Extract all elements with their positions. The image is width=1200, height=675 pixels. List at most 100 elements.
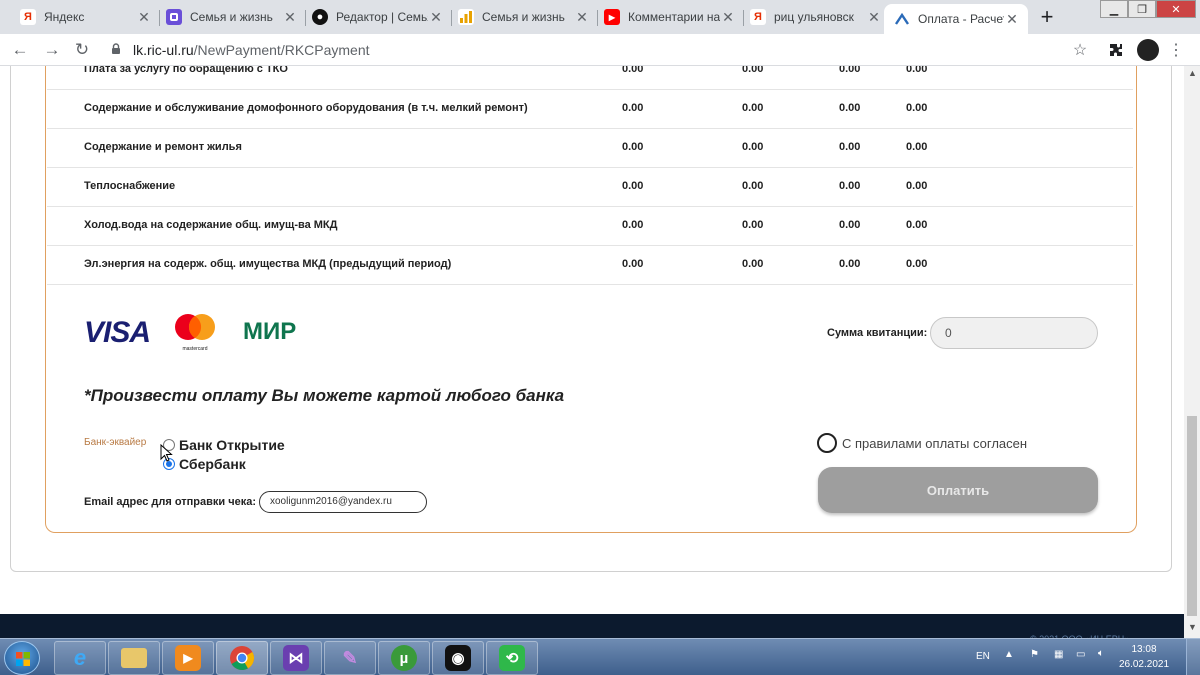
url-path: /NewPayment/RKCPayment [193, 42, 370, 58]
extensions-icon[interactable] [1106, 40, 1126, 60]
tab-yandex[interactable]: Я Яндекс ✕ [10, 2, 160, 32]
tab-family-life-stats[interactable]: Семья и жизнь ✕ [448, 2, 598, 32]
table-row: Холод.вода на содержание общ. имущ-ва МК… [47, 207, 1133, 246]
power-icon[interactable]: ▭ [1076, 649, 1085, 660]
agree-terms-radio[interactable] [817, 433, 837, 453]
window-close-button[interactable]: ✕ [1156, 0, 1196, 18]
show-desktop-button[interactable] [1186, 639, 1200, 675]
minimize-button[interactable]: ▁ [1100, 0, 1128, 18]
service-value: 0.00 [906, 141, 928, 153]
email-input[interactable]: xooligunm2016@yandex.ru [259, 491, 427, 513]
taskbar-utorrent[interactable]: µ [378, 641, 430, 675]
close-icon[interactable]: ✕ [428, 9, 444, 25]
bookmark-star-icon[interactable]: ☆ [1070, 40, 1090, 60]
visa-logo: VISA [84, 316, 151, 349]
bank-otkritie-label[interactable]: Банк Открытие [179, 437, 285, 453]
service-value: 0.00 [622, 219, 644, 231]
site-footer: © 2021 ООО «ИЦ ЕРЦ» [0, 614, 1184, 644]
service-value: 0.00 [622, 141, 644, 153]
service-value: 0.00 [839, 66, 861, 75]
tab-payment-active[interactable]: Оплата - Расчет ✕ [884, 4, 1028, 34]
tab-title: Оплата - Расчет [918, 12, 1004, 26]
taskbar-pen-app[interactable]: ✎ [324, 641, 376, 675]
tray-flag-icon[interactable]: ⚑ [1030, 649, 1039, 660]
clock-time: 13:08 [1131, 644, 1157, 655]
scroll-up-icon[interactable]: ▲ [1188, 68, 1197, 78]
close-icon[interactable]: ✕ [574, 9, 590, 25]
new-tab-button[interactable]: + [1034, 4, 1060, 30]
tab-title: Семья и жизнь [482, 10, 565, 24]
agree-terms-label[interactable]: С правилами оплаты согласен [842, 436, 1027, 451]
close-icon[interactable]: ✕ [720, 9, 736, 25]
chrome-icon [230, 646, 255, 671]
taskbar-camera-app[interactable]: ◉ [432, 641, 484, 675]
tab-comments[interactable]: ▶ Комментарии на ✕ [594, 2, 744, 32]
service-value: 0.00 [839, 219, 861, 231]
network-icon[interactable]: ▦ [1054, 649, 1063, 660]
close-icon[interactable]: ✕ [136, 9, 152, 25]
tab-title: Яндекс [44, 10, 85, 24]
lock-icon[interactable] [110, 43, 122, 55]
taskbar-ie[interactable]: e [54, 641, 106, 675]
taskbar-chrome[interactable] [216, 641, 268, 675]
service-value: 0.00 [906, 66, 928, 75]
service-value: 0.00 [622, 102, 644, 114]
windows-logo-icon [16, 652, 30, 666]
service-value: 0.00 [742, 102, 764, 114]
menu-kebab-icon[interactable]: ⋮ [1166, 40, 1186, 60]
close-icon[interactable]: ✕ [866, 9, 882, 25]
visual-studio-icon: ⋈ [283, 645, 309, 671]
tray-expand-icon[interactable]: ▲ [1004, 649, 1014, 660]
close-icon[interactable]: ✕ [1004, 11, 1020, 27]
utorrent-icon: µ [391, 645, 417, 671]
close-icon[interactable]: ✕ [282, 9, 298, 25]
service-value: 0.00 [622, 180, 644, 192]
service-value: 0.00 [742, 141, 764, 153]
tab-editor[interactable]: ● Редактор | Семья ✕ [302, 2, 452, 32]
reload-button[interactable]: ↻ [70, 38, 94, 62]
table-row: Содержание и ремонт жилья 0.00 0.00 0.00… [47, 129, 1133, 168]
receipt-sum-input[interactable]: 0 [930, 317, 1098, 349]
mir-logo: МИР [243, 318, 297, 345]
start-button[interactable] [4, 641, 40, 675]
tab-family-life[interactable]: Семья и жизнь ✕ [156, 2, 306, 32]
service-value: 0.00 [906, 102, 928, 114]
scrollbar-thumb[interactable] [1187, 416, 1197, 616]
mastercard-caption: mastercard [182, 346, 207, 352]
service-value: 0.00 [839, 258, 861, 270]
taskbar-green-app[interactable]: ⟲ [486, 641, 538, 675]
bar-chart-icon [458, 9, 474, 25]
table-row: Плата за услугу по обращению с ТКО 0.00 … [47, 66, 1133, 90]
service-value: 0.00 [622, 66, 644, 75]
volume-icon[interactable]: 🔈︎ [1098, 648, 1104, 659]
yandex-icon: Я [750, 9, 766, 25]
taskbar-media[interactable]: ▶ [162, 641, 214, 675]
windows-taskbar: e ▶ ⋈ ✎ µ ◉ ⟲ EN ▲ ⚑ ▦ ▭ 🔈︎ 13:08 26.02.… [0, 638, 1200, 675]
profile-avatar[interactable] [1137, 39, 1159, 61]
tab-title: риц ульяновск [774, 10, 854, 24]
maximize-button[interactable]: ❐ [1128, 0, 1156, 18]
system-clock[interactable]: 13:08 26.02.2021 [1118, 642, 1170, 672]
forward-button[interactable]: → [40, 38, 64, 62]
table-row: Эл.энергия на содерж. общ. имущества МКД… [47, 246, 1133, 285]
service-name: Теплоснабжение [84, 180, 176, 192]
address-bar[interactable]: lk.ric-ul.ru/NewPayment/RKCPayment [133, 42, 370, 58]
browser-toolbar: ← → ↻ lk.ric-ul.ru/NewPayment/RKCPayment… [0, 34, 1200, 66]
pay-button[interactable]: Оплатить [818, 467, 1098, 513]
mastercard-logo: mastercard [175, 314, 215, 352]
service-value: 0.00 [742, 219, 764, 231]
service-value: 0.00 [742, 258, 764, 270]
receipt-sum-label: Сумма квитанции: [827, 327, 928, 339]
back-button[interactable]: ← [8, 38, 32, 62]
feather-pen-icon: ✎ [342, 647, 358, 668]
youtube-icon: ▶ [604, 9, 620, 25]
service-value: 0.00 [839, 180, 861, 192]
taskbar-explorer[interactable] [108, 641, 160, 675]
scroll-down-icon[interactable]: ▼ [1188, 622, 1197, 632]
page-scrollbar[interactable]: ▲ ▼ [1184, 66, 1200, 638]
bank-sberbank-label[interactable]: Сбербанк [179, 456, 246, 472]
taskbar-visual-studio[interactable]: ⋈ [270, 641, 322, 675]
tab-ric-search[interactable]: Я риц ульяновск ✕ [740, 2, 890, 32]
tab-title: Комментарии на [628, 10, 720, 24]
language-indicator[interactable]: EN [976, 651, 990, 662]
